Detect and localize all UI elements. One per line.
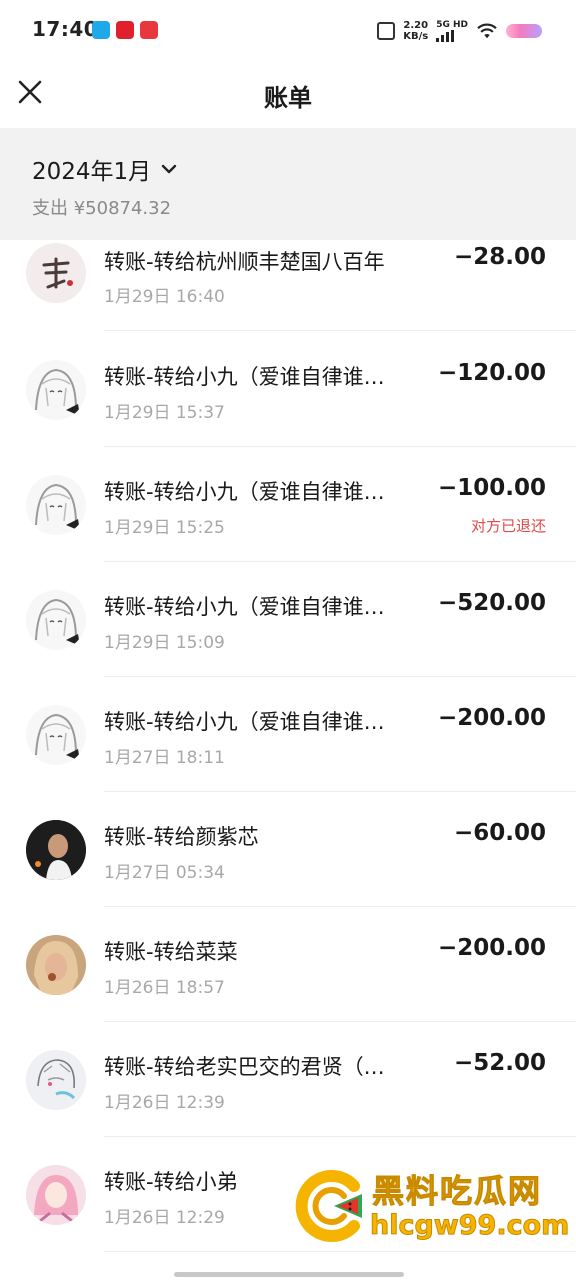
transaction-title: 转账-转给小九（爱谁自律谁…: [104, 595, 385, 619]
app-notification-icon: [116, 21, 134, 39]
avatar-photo-image: [26, 935, 86, 995]
row-divider: [104, 676, 576, 677]
transaction-time: 1月26日 12:39: [104, 1093, 225, 1113]
network-speed: 2.20 KB/s: [403, 20, 428, 42]
battery-icon: [506, 24, 542, 38]
avatar: [26, 1050, 86, 1110]
transaction-row[interactable]: 转账-转给颜紫芯 1月27日 05:34 −60.00: [0, 800, 576, 915]
row-divider: [104, 1136, 576, 1137]
network-type-label: 5G HD: [436, 20, 468, 30]
transaction-list: 转账-转给杭州顺丰楚国八百年 1月29日 16:40 −28.00 转账-转给小…: [0, 240, 576, 1280]
transaction-row[interactable]: 转账-转给小九（爱谁自律谁… 1月27日 18:11 −200.00: [0, 685, 576, 800]
row-divider: [104, 791, 576, 792]
network-type: 5G HD: [436, 20, 468, 42]
signal-icon: [436, 30, 468, 42]
network-speed-value: 2.20: [403, 20, 429, 31]
transaction-row[interactable]: 转账-转给小弟 1月26日 12:29: [0, 1145, 576, 1260]
avatar: [26, 705, 86, 765]
avatar-anime-image: [26, 360, 86, 420]
chevron-down-icon: [161, 164, 177, 174]
month-label: 2024年1月: [32, 159, 152, 185]
row-divider: [104, 446, 576, 447]
month-selector[interactable]: 2024年1月: [32, 152, 177, 186]
avatar: [26, 360, 86, 420]
avatar-anime-image: [26, 705, 86, 765]
transaction-title: 转账-转给小九（爱谁自律谁…: [104, 480, 385, 504]
avatar: [26, 590, 86, 650]
row-divider: [104, 1251, 576, 1252]
transaction-row[interactable]: 转账-转给小九（爱谁自律谁… 1月29日 15:09 −520.00: [0, 570, 576, 685]
transaction-time: 1月29日 15:37: [104, 403, 225, 423]
avatar-chu-image: [26, 243, 86, 303]
transaction-time: 1月27日 05:34: [104, 863, 225, 883]
transaction-title: 转账-转给杭州顺丰楚国八百年: [104, 250, 385, 274]
transaction-amount: −60.00: [453, 820, 546, 846]
row-divider: [104, 330, 576, 331]
avatar-anime-image: [26, 590, 86, 650]
avatar-anime-image: [26, 1165, 86, 1225]
transaction-title: 转账-转给小九（爱谁自律谁…: [104, 365, 385, 389]
transaction-amount: −200.00: [437, 935, 546, 961]
row-divider: [104, 1021, 576, 1022]
transaction-row[interactable]: 转账-转给小九（爱谁自律谁… 1月29日 15:37 −120.00: [0, 340, 576, 455]
app-header: 账单: [0, 60, 576, 128]
status-bar: 17:40 2.20 KB/s 5G HD: [0, 0, 576, 60]
refund-status-label: 对方已退还: [470, 517, 546, 535]
row-divider: [104, 561, 576, 562]
transaction-amount: −52.00: [453, 1050, 546, 1076]
avatar-sketch-image: [26, 1050, 86, 1110]
status-indicators: 2.20 KB/s 5G HD: [377, 18, 542, 44]
transaction-title: 转账-转给菜菜: [104, 940, 238, 964]
transaction-time: 1月29日 16:40: [104, 287, 225, 307]
transaction-row[interactable]: 转账-转给菜菜 1月26日 18:57 −200.00: [0, 915, 576, 1030]
transaction-time: 1月27日 18:11: [104, 748, 225, 768]
transaction-time: 1月26日 12:29: [104, 1208, 225, 1228]
month-summary: 2024年1月 支出 ¥50874.32: [0, 128, 576, 240]
row-divider: [104, 906, 576, 907]
avatar: [26, 475, 86, 535]
transaction-time: 1月29日 15:25: [104, 518, 225, 538]
transaction-row[interactable]: 转账-转给老实巴交的君贤（… 1月26日 12:39 −52.00: [0, 1030, 576, 1145]
avatar: [26, 935, 86, 995]
transaction-title: 转账-转给老实巴交的君贤（…: [104, 1055, 385, 1079]
expense-total: 支出 ¥50874.32: [32, 198, 172, 219]
avatar-photo-image: [26, 820, 86, 880]
transaction-title: 转账-转给小九（爱谁自律谁…: [104, 710, 385, 734]
avatar-anime-image: [26, 475, 86, 535]
wifi-icon: [477, 23, 497, 39]
transaction-time: 1月29日 15:09: [104, 633, 225, 653]
app-notification-icon: [92, 21, 110, 39]
transaction-amount: −120.00: [437, 360, 546, 386]
transaction-amount: −100.00: [437, 475, 546, 501]
app-notification-icon: [140, 21, 158, 39]
home-indicator[interactable]: [174, 1272, 404, 1277]
network-speed-unit: KB/s: [403, 31, 429, 42]
page-title: 账单: [264, 84, 312, 112]
avatar: [26, 243, 86, 303]
vibrate-icon: [377, 22, 396, 40]
transaction-amount: −28.00: [453, 244, 546, 270]
transaction-row[interactable]: 转账-转给小九（爱谁自律谁… 1月29日 15:25 −100.00 对方已退还: [0, 455, 576, 570]
transaction-title: 转账-转给小弟: [104, 1170, 238, 1194]
transaction-amount: −520.00: [437, 590, 546, 616]
transaction-time: 1月26日 18:57: [104, 978, 225, 998]
avatar: [26, 820, 86, 880]
transaction-amount: −200.00: [437, 705, 546, 731]
avatar: [26, 1165, 86, 1225]
transaction-row[interactable]: 转账-转给杭州顺丰楚国八百年 1月29日 16:40 −28.00: [0, 240, 576, 340]
status-time: 17:40: [32, 17, 99, 41]
transaction-title: 转账-转给颜紫芯: [104, 825, 259, 849]
